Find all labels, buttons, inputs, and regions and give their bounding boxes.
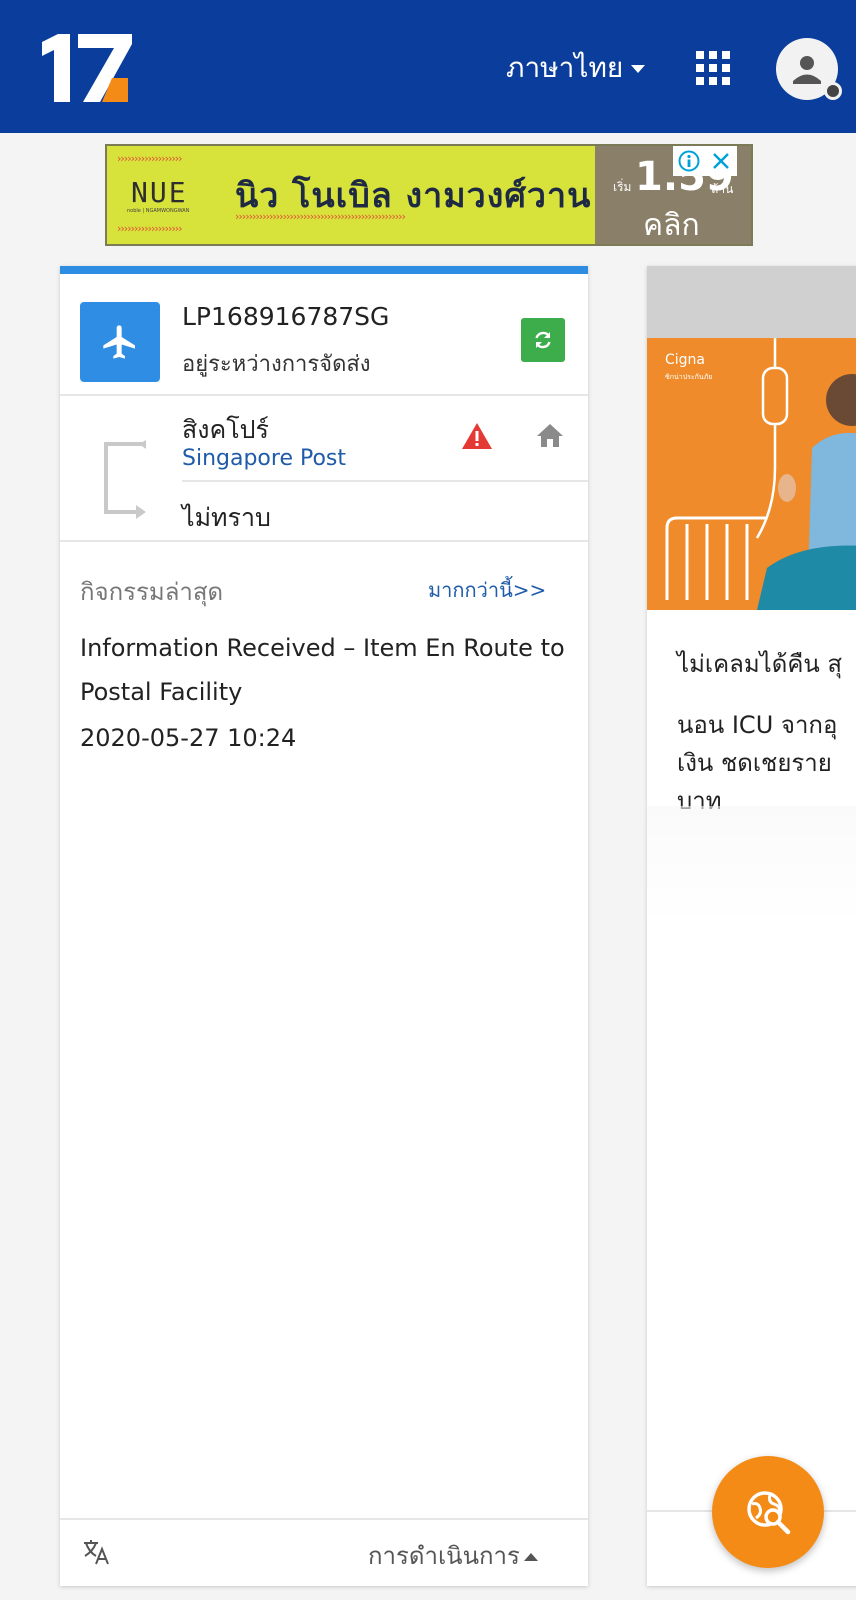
destination-status: ไม่ทราบ — [182, 503, 271, 532]
home-icon[interactable] — [536, 422, 564, 448]
side-ad-header — [647, 266, 856, 338]
tracking-number[interactable]: LP168916787SG — [182, 302, 389, 331]
latest-event-time: 2020-05-27 10:24 — [80, 724, 297, 752]
language-selector[interactable]: ภาษาไทย — [506, 48, 646, 88]
ad-banner[interactable]: ››››››››››››››››››› NUE noble | NGAMWONG… — [105, 144, 753, 246]
actions-menu-button[interactable]: การดำเนินการ — [368, 1536, 538, 1575]
shipment-status: อยู่ระหว่างการจัดส่ง — [182, 352, 371, 377]
chevron-down-icon — [631, 65, 646, 73]
more-events-link[interactable]: มากกว่านี้>> — [428, 574, 546, 606]
ad-info-button[interactable] — [673, 146, 705, 176]
side-ad-image: Cigna ซิกน่าประกันภัย — [647, 338, 856, 610]
actions-label: การดำเนินการ — [368, 1542, 520, 1570]
side-ad-card[interactable]: Cigna ซิกน่าประกันภัย ไม่เคลมได้คืน สุ น… — [647, 266, 856, 1586]
refresh-icon — [535, 331, 551, 349]
avatar-status-dot — [824, 82, 842, 100]
side-ad-headline: ไม่เคลมได้คืน สุ — [677, 650, 843, 678]
side-ad-fade — [647, 806, 856, 926]
transport-mode-badge — [80, 302, 160, 382]
ad-cta: คลิก — [643, 208, 700, 243]
hospital-illustration — [665, 338, 856, 610]
ad-price-unit: ล้าน — [711, 182, 734, 196]
warning-triangle-icon[interactable] — [461, 422, 493, 450]
latest-activity-label: กิจกรรมล่าสุด — [80, 578, 224, 606]
translate-icon[interactable] — [82, 1538, 110, 1566]
ad-banner-left: ››››››››››››››››››› NUE noble | NGAMWONG… — [107, 146, 595, 244]
language-label: ภาษาไทย — [506, 51, 624, 84]
user-avatar-button[interactable] — [776, 38, 842, 100]
ad-chevron-pattern: ››››››››››››››››››› — [117, 152, 183, 165]
ad-close-button[interactable] — [705, 146, 737, 176]
side-ad-body: นอน ICU จากอุ เงิน ชดเชยราย บาท — [677, 711, 838, 815]
ad-brand-sub: noble | NGAMWONGWAN — [127, 208, 190, 214]
latest-event-description: Information Received – Item En Route to … — [80, 634, 565, 706]
ad-price-prefix: เริ่ม — [613, 180, 632, 194]
tracking-card: LP168916787SG อยู่ระหว่างการจัดส่ง สิงคโ… — [60, 266, 588, 1586]
chevron-up-icon — [523, 1553, 538, 1561]
card-divider — [60, 540, 588, 542]
info-icon — [678, 150, 700, 172]
top-app-bar: ภาษาไทย — [0, 0, 856, 133]
airplane-icon — [103, 325, 135, 359]
route-bracket-icon — [104, 440, 146, 519]
track-search-icon — [747, 1491, 791, 1535]
ad-chevron-pattern: ››››››››››››››››››› — [117, 222, 183, 235]
carrier-link[interactable]: Singapore Post — [182, 446, 346, 471]
card-footer-divider — [60, 1518, 588, 1520]
track-search-fab[interactable] — [712, 1456, 824, 1568]
grid-apps-icon[interactable] — [696, 51, 730, 85]
ad-chevron-pattern: ››››››››››››››››››››››››››››››››››››››››… — [235, 210, 406, 223]
seventeen-track-logo[interactable] — [40, 34, 136, 102]
close-icon — [713, 153, 729, 169]
refresh-button[interactable] — [521, 318, 565, 362]
ad-brand: NUE — [131, 176, 188, 209]
origin-country: สิงคโปร์ — [182, 415, 269, 444]
card-divider — [60, 394, 588, 396]
card-subdivider — [182, 480, 588, 482]
